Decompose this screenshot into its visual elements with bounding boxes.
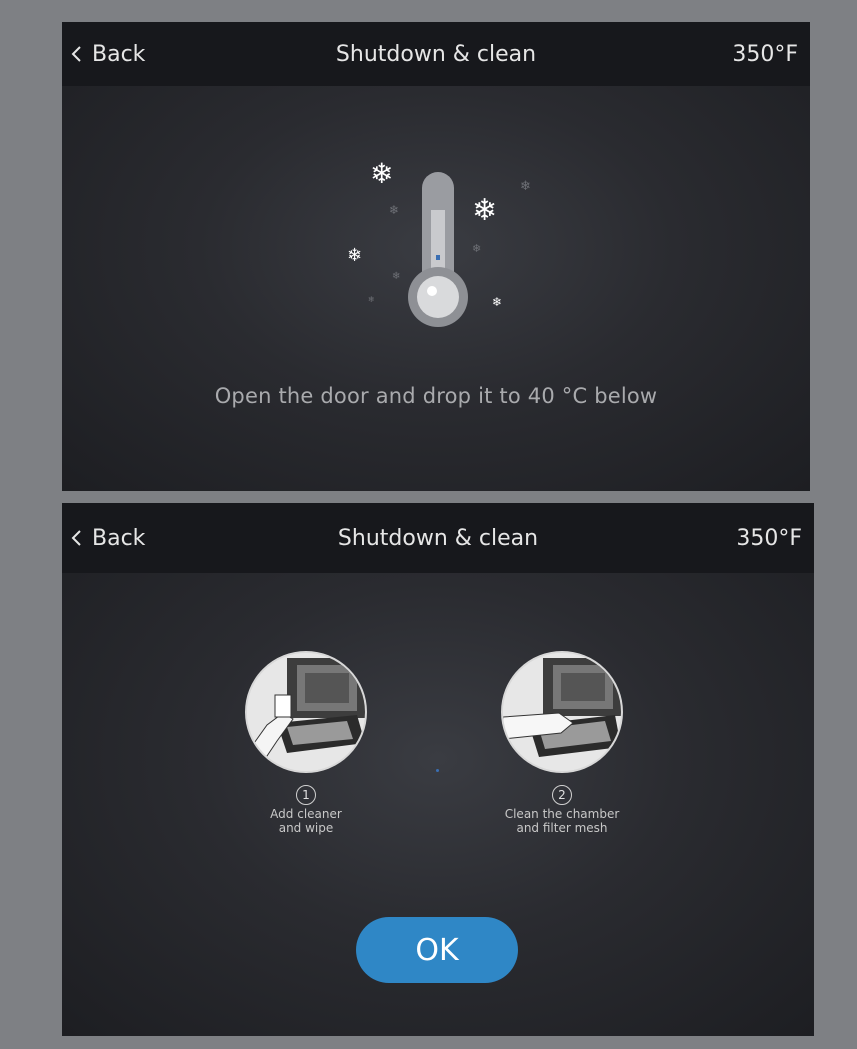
step-illustration (245, 651, 367, 773)
svg-text:❄: ❄ (520, 179, 531, 194)
svg-text:❄: ❄ (370, 157, 393, 190)
svg-text:❄: ❄ (472, 193, 497, 228)
step-label: Clean the chamber and filter mesh (504, 807, 620, 835)
svg-text:❄: ❄ (492, 295, 502, 309)
temperature-readout: 350°F (736, 525, 802, 551)
shutdown-screen-clean: Back Shutdown & clean 350°F 1 Add cleane… (62, 503, 814, 1036)
instruction-message: Open the door and drop it to 40 °C below (214, 384, 658, 408)
back-label: Back (92, 525, 146, 551)
ok-button[interactable]: OK (356, 917, 518, 983)
step-item: 2 Clean the chamber and filter mesh (482, 651, 642, 835)
back-label: Back (92, 41, 146, 67)
spray-cleaner-illustration (247, 653, 365, 771)
temperature-readout: 350°F (732, 41, 798, 67)
decorative-dot (436, 769, 439, 772)
step-label: Add cleaner and wipe (270, 807, 342, 835)
page-title: Shutdown & clean (337, 525, 539, 551)
step-item: 1 Add cleaner and wipe (226, 651, 386, 835)
back-button[interactable]: Back (70, 22, 145, 86)
svg-text:❄: ❄ (472, 242, 481, 255)
thermometer-icon: ❄ ❄ ❄ ❄ ❄ ❄ ❄ ❄ ❄ (347, 157, 531, 327)
svg-text:❄: ❄ (347, 245, 362, 266)
svg-text:❄: ❄ (392, 271, 400, 282)
top-bar: Back Shutdown & clean 350°F (62, 503, 814, 573)
svg-text:❄: ❄ (368, 295, 375, 304)
svg-text:❄: ❄ (389, 203, 399, 217)
step-number: 1 (296, 785, 316, 805)
shutdown-screen-cooling: Back Shutdown & clean 350°F ❄ ❄ ❄ ❄ ❄ ❄ … (62, 22, 810, 491)
top-bar: Back Shutdown & clean 350°F (62, 22, 810, 86)
chevron-left-icon (71, 46, 81, 62)
page-title: Shutdown & clean (335, 41, 537, 67)
step-number: 2 (552, 785, 572, 805)
chevron-left-icon (71, 530, 81, 546)
back-button[interactable]: Back (70, 503, 145, 573)
wipe-chamber-illustration (503, 653, 621, 771)
step-illustration (501, 651, 623, 773)
